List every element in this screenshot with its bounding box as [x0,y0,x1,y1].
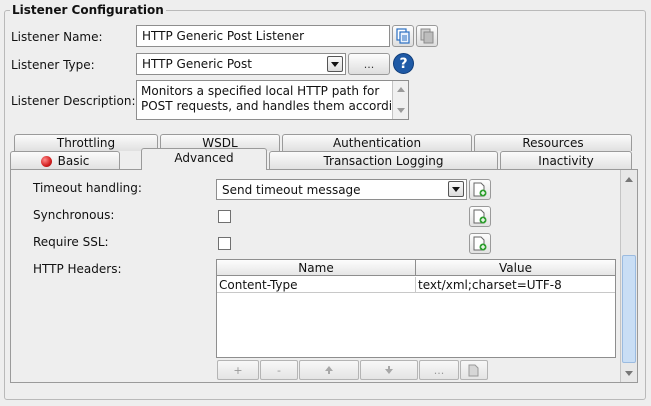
add-document-icon [473,209,487,224]
listener-name-label: Listener Name: [11,30,103,44]
timeout-handling-value: Send timeout message [222,182,361,197]
paste-button[interactable] [416,25,438,47]
copy-icon [396,28,410,44]
move-up-button[interactable] [299,360,359,380]
error-status-icon [40,155,52,167]
require-ssl-add-button[interactable] [469,233,491,254]
tab-authentication[interactable]: Authentication [282,134,472,151]
synchronous-label: Synchronous: [33,208,115,222]
tab-resources-label: Resources [522,136,584,150]
add-label: + [233,363,243,377]
tab-authentication-label: Authentication [332,136,422,150]
document-icon [468,364,479,376]
tab-inactivity[interactable]: Inactivity [500,151,632,170]
http-headers-label: HTTP Headers: [33,262,122,276]
table-row-name-cell[interactable]: Content-Type [217,277,416,293]
timeout-handling-add-button[interactable] [469,179,491,200]
timeout-handling-label: Timeout handling: [33,181,142,195]
move-down-button[interactable] [360,360,418,380]
help-icon[interactable]: ? [393,53,414,74]
tab-basic[interactable]: Basic [10,151,120,170]
add-header-button[interactable]: + [217,360,259,380]
scroll-up-icon[interactable] [393,81,409,97]
description-line-2: POST requests, and handles them accordin… [141,99,408,113]
edit-label: ... [433,363,445,377]
description-scrollbar[interactable] [392,81,408,119]
http-headers-table[interactable]: Name Value Content-Type text/xml;charset… [216,259,616,358]
tab-transaction-logging[interactable]: Transaction Logging [269,151,498,170]
synchronous-add-button[interactable] [469,206,491,227]
paste-icon [420,28,434,44]
tab-transaction-logging-label: Transaction Logging [323,154,444,168]
table-row-value-cell[interactable]: text/xml;charset=UTF-8 [416,277,615,293]
column-value-label: Value [499,260,532,275]
listener-description-label: Listener Description: [11,94,136,108]
listener-description-textarea[interactable]: Monitors a specified local HTTP path for… [136,80,409,120]
synchronous-checkbox[interactable] [218,210,231,223]
header-value-value: text/xml;charset=UTF-8 [418,277,562,292]
listener-name-input[interactable]: HTTP Generic Post Listener [136,25,390,47]
add-document-icon [473,182,487,197]
tab-resources[interactable]: Resources [474,134,632,151]
tab-advanced[interactable]: Advanced [141,148,267,170]
edit-header-button[interactable]: ... [419,360,459,380]
remove-label: - [277,363,281,377]
browse-label: ... [363,57,375,71]
listener-type-select[interactable]: HTTP Generic Post [136,53,346,75]
column-header-value[interactable]: Value [416,260,615,276]
remove-header-button[interactable]: - [260,360,298,380]
require-ssl-checkbox[interactable] [218,237,231,250]
section-title: Listener Configuration [10,3,166,17]
timeout-handling-select[interactable]: Send timeout message [216,179,467,200]
copy-button[interactable] [392,25,414,47]
help-label: ? [399,55,408,72]
panel-scrollbar[interactable] [620,170,637,382]
require-ssl-label: Require SSL: [33,235,109,249]
move-up-icon [325,366,333,374]
document-button[interactable] [460,360,488,380]
column-name-label: Name [298,260,334,275]
listener-name-value: HTTP Generic Post Listener [142,29,305,43]
description-line-1: Monitors a specified local HTTP path for [141,84,380,98]
scroll-down-icon[interactable] [393,102,409,118]
listener-type-value: HTTP Generic Post [142,57,252,71]
tab-throttling[interactable]: Throttling [14,134,158,151]
chevron-down-icon[interactable] [327,56,343,72]
add-document-icon [473,236,487,251]
header-name-value: Content-Type [219,277,298,292]
browse-listener-type-button[interactable]: ... [348,53,390,75]
tab-basic-label: Basic [57,154,90,168]
chevron-down-icon[interactable] [448,181,464,197]
tab-throttling-label: Throttling [56,136,116,150]
scroll-thumb[interactable] [622,255,636,363]
listener-type-label: Listener Type: [11,58,95,72]
column-header-name[interactable]: Name [217,260,416,276]
move-down-icon [385,366,393,374]
scroll-down-icon[interactable] [621,365,637,381]
tab-inactivity-label: Inactivity [538,154,594,168]
tab-advanced-label: Advanced [174,151,234,165]
scroll-up-icon[interactable] [621,171,637,187]
